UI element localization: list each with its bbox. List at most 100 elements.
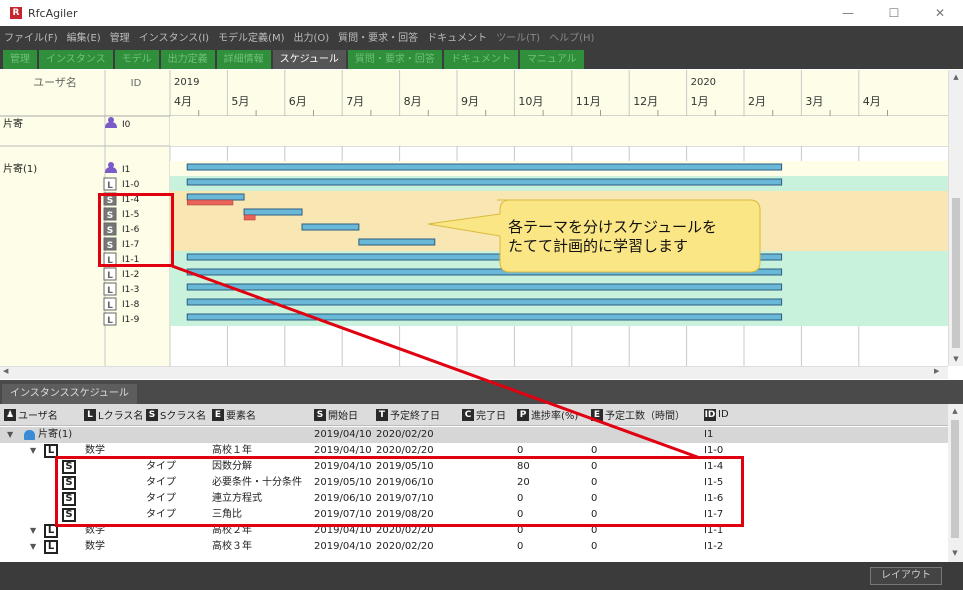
- app-title: RfcAgiler: [28, 6, 78, 20]
- menu-item[interactable]: インスタンス(I): [139, 29, 209, 44]
- gantt-row-id: I1-0: [122, 180, 140, 190]
- user-icon: [108, 162, 114, 168]
- plan-bar[interactable]: [243, 208, 303, 216]
- gantt-row-id: I1-2: [122, 270, 139, 280]
- plan-bar[interactable]: [186, 178, 783, 186]
- menu-item[interactable]: 質問・要求・回答: [338, 29, 418, 44]
- plan-bar[interactable]: [186, 283, 783, 291]
- class-badge-letter: L: [107, 181, 113, 191]
- plan-bar[interactable]: [186, 313, 783, 321]
- tab-4[interactable]: 詳細情報: [216, 50, 271, 69]
- user-icon: [24, 430, 35, 440]
- column-badge-icon: S: [146, 408, 158, 421]
- scroll-up-icon[interactable]: ▲: [948, 404, 962, 418]
- class-badge-letter: L: [107, 301, 113, 311]
- table-row[interactable]: ▼ 片寄(1) 2019/04/10 2020/02/20 I1: [0, 427, 948, 443]
- menu-item[interactable]: 管理: [110, 29, 130, 44]
- month-label: 12月: [633, 95, 658, 108]
- menu-item[interactable]: ツール(T): [496, 29, 540, 44]
- maximize-button[interactable]: ☐: [871, 0, 917, 26]
- expand-arrow-icon[interactable]: ▼: [7, 427, 13, 443]
- tab-0[interactable]: 管理: [3, 50, 37, 69]
- column-label: 予定工数（時間）: [605, 411, 685, 422]
- tab-7[interactable]: ドキュメント: [443, 50, 518, 69]
- cell-element: 高校３年: [212, 541, 252, 552]
- close-button[interactable]: ✕: [917, 0, 963, 26]
- tab-3[interactable]: 出力定義: [160, 50, 215, 69]
- scroll-thumb[interactable]: [952, 198, 960, 348]
- tab-5[interactable]: スケジュール: [272, 50, 346, 69]
- plan-bar[interactable]: [186, 193, 245, 201]
- column-badge-icon: C: [462, 408, 474, 421]
- table-row[interactable]: ▼ L 数学 高校３年 2019/04/10 2020/02/20 0 0 I1-2: [0, 539, 948, 555]
- tab-6[interactable]: 質問・要求・回答: [347, 50, 442, 69]
- scroll-up-icon[interactable]: ▲: [949, 70, 963, 84]
- cell-progress: 0: [517, 541, 524, 552]
- month-label: 5月: [231, 95, 249, 108]
- column-badge-icon: ID: [704, 408, 716, 421]
- menu-item[interactable]: モデル定義(M): [218, 29, 284, 44]
- scroll-right-icon[interactable]: ▶: [934, 367, 939, 375]
- minimize-button[interactable]: —: [825, 0, 871, 26]
- column-label: 要素名: [226, 411, 256, 422]
- plan-bar[interactable]: [186, 298, 783, 306]
- expand-arrow-icon[interactable]: ▼: [30, 539, 36, 555]
- table-vertical-scrollbar[interactable]: ▲ ▼: [948, 404, 963, 562]
- month-label: 6月: [289, 95, 307, 108]
- column-badge-icon: E: [591, 408, 603, 421]
- tab-8[interactable]: マニュアル: [519, 50, 584, 69]
- gantt-vertical-scrollbar[interactable]: ▲ ▼: [948, 70, 963, 366]
- gantt-horizontal-scrollbar[interactable]: ◀ ▶: [0, 366, 948, 379]
- column-header-0[interactable]: ♟ ユーザ名: [4, 407, 58, 422]
- month-label: 4月: [863, 95, 881, 108]
- scroll-thumb[interactable]: [951, 420, 959, 538]
- plan-bar[interactable]: [186, 163, 783, 171]
- column-label: Lクラス名: [98, 411, 144, 422]
- expand-arrow-icon[interactable]: ▼: [30, 443, 36, 459]
- expand-arrow-icon[interactable]: ▼: [30, 523, 36, 539]
- gantt-row-bg: [170, 191, 948, 206]
- scroll-down-icon[interactable]: ▼: [948, 546, 962, 560]
- gantt-user-name: 片寄: [3, 117, 23, 130]
- column-header-5[interactable]: T 予定終了日: [376, 407, 440, 422]
- layout-button[interactable]: レイアウト: [870, 567, 942, 585]
- gantt-col-user: ユーザ名: [33, 75, 77, 89]
- menu-item[interactable]: ドキュメント: [427, 29, 487, 44]
- gantt-col-id: ID: [131, 78, 142, 89]
- column-header-4[interactable]: S 開始日: [314, 407, 358, 422]
- menu-item[interactable]: 編集(E): [67, 29, 101, 44]
- month-label: 8月: [404, 95, 422, 108]
- column-header-2[interactable]: S Sクラス名: [146, 407, 206, 422]
- plan-bar[interactable]: [301, 223, 360, 231]
- column-header-6[interactable]: C 完了日: [462, 407, 506, 422]
- menu-item[interactable]: ファイル(F): [4, 29, 58, 44]
- column-header-1[interactable]: L Lクラス名: [84, 407, 143, 422]
- column-label: 進捗率(%): [531, 411, 579, 422]
- cell-end: 2020/02/20: [376, 429, 434, 440]
- column-header-3[interactable]: E 要素名: [212, 407, 256, 422]
- column-label: 予定終了日: [390, 411, 440, 422]
- column-header-9[interactable]: ID ID: [704, 408, 729, 421]
- gantt-row-id: I1-3: [122, 285, 139, 295]
- column-badge-icon: E: [212, 408, 224, 421]
- main-tab-bar: 管理 インスタンス モデル 出力定義 詳細情報 スケジュール 質問・要求・回答 ドキュメントマ…: [0, 46, 963, 69]
- progress-bar: [243, 214, 256, 221]
- title-bar: R RfcAgiler — ☐ ✕: [0, 0, 963, 26]
- column-label: Sクラス名: [160, 411, 207, 422]
- menu-item[interactable]: 出力(O): [293, 29, 329, 44]
- column-header-7[interactable]: P 進捗率(%): [517, 407, 578, 422]
- scroll-down-icon[interactable]: ▼: [949, 352, 963, 366]
- tab-1[interactable]: インスタンス: [39, 50, 113, 69]
- highlight-box-table: [55, 456, 744, 527]
- cell-id: I1: [704, 429, 714, 440]
- month-label: 2月: [748, 95, 766, 108]
- column-label: 開始日: [328, 411, 358, 422]
- tab-instance-schedule[interactable]: インスタンススケジュール: [2, 384, 137, 404]
- scroll-left-icon[interactable]: ◀: [3, 367, 8, 375]
- cell-start: 2019/04/10: [314, 429, 372, 440]
- plan-bar[interactable]: [358, 238, 436, 246]
- tab-2[interactable]: モデル: [114, 50, 159, 69]
- column-header-8[interactable]: E 予定工数（時間）: [591, 407, 685, 422]
- menu-item[interactable]: ヘルプ(H): [549, 29, 594, 44]
- plan-bar[interactable]: [186, 268, 783, 276]
